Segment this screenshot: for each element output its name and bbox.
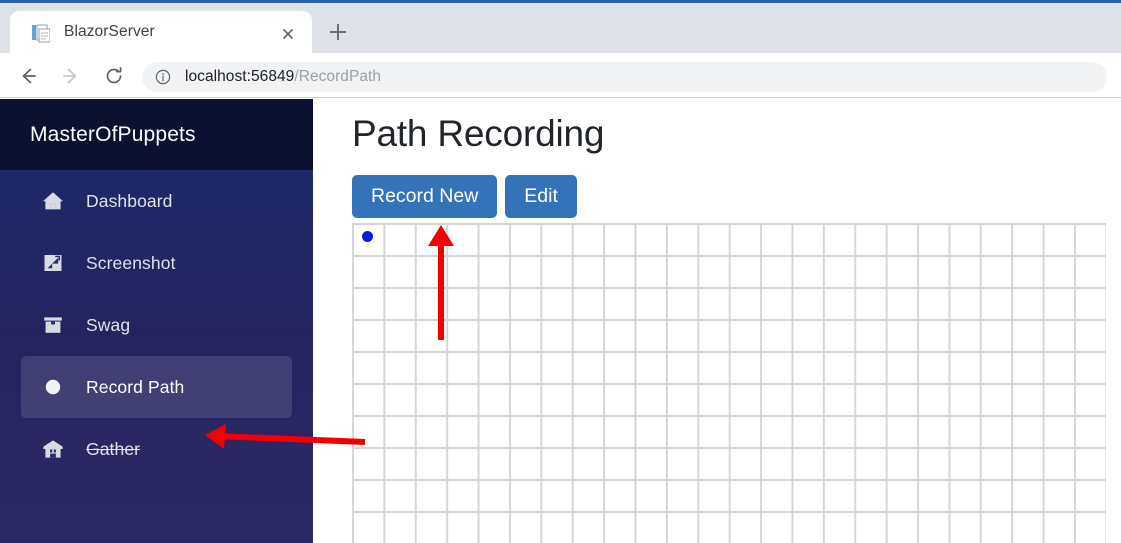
grid-lines [352,223,1106,543]
document-page-icon [32,24,51,43]
sidebar-item-label: Screenshot [86,252,176,273]
path-grid-canvas[interactable] [352,223,1106,543]
sidebar-item-record-path[interactable]: Record Path [21,356,292,418]
sidebar-header: MasterOfPuppets [0,99,313,170]
browser-tab[interactable]: BlazorServer [10,11,312,56]
arrow-left-icon[interactable] [13,61,43,91]
sidebar-item-label: Dashboard [86,190,173,211]
browser-tab-title: BlazorServer [64,23,155,40]
app-brand-title: MasterOfPuppets [30,122,196,146]
address-bar-url: localhost:56849/RecordPath [185,68,381,86]
address-bar-path: /RecordPath [294,68,382,85]
record-dot-icon [40,374,66,400]
address-bar-host: localhost:56849 [185,68,295,85]
sidebar-item-label: Swag [86,314,131,335]
sidebar-item-dashboard[interactable]: Dashboard [21,170,292,232]
sidebar-item-screenshot[interactable]: Screenshot [21,232,292,294]
warehouse-icon [40,436,66,462]
browser-window: BlazorServer localhost:56849/RecordPath … [0,0,1121,543]
address-bar[interactable]: localhost:56849/RecordPath [142,62,1107,92]
sidebar-item-swag[interactable]: Swag [21,294,292,356]
box-icon [40,312,66,338]
reload-icon[interactable] [99,61,129,91]
image-icon [40,250,66,276]
main-content: Path Recording Record New Edit [313,99,1121,543]
record-new-button[interactable]: Record New [352,175,498,219]
app-sidebar: MasterOfPuppets Dashboard Screenshot Swa… [0,99,313,543]
browser-toolbar: localhost:56849/RecordPath [0,53,1121,98]
browser-tab-strip: BlazorServer [0,3,1121,56]
sidebar-item-gather[interactable]: Gather [21,418,292,480]
new-tab-button[interactable] [325,19,351,45]
edit-button[interactable]: Edit [505,175,577,219]
action-button-row: Record New Edit [352,175,577,219]
page-title: Path Recording [352,113,605,154]
home-icon [40,188,66,214]
close-icon[interactable] [278,24,298,44]
sidebar-item-label: Gather [86,438,141,459]
sidebar-nav-list: Dashboard Screenshot Swag Record Path Ga… [0,170,313,480]
arrow-right-icon [56,61,86,91]
sidebar-item-label: Record Path [86,376,185,397]
path-start-point[interactable] [362,231,373,242]
info-circle-icon[interactable] [155,69,171,85]
page-viewport: MasterOfPuppets Dashboard Screenshot Swa… [0,99,1121,543]
